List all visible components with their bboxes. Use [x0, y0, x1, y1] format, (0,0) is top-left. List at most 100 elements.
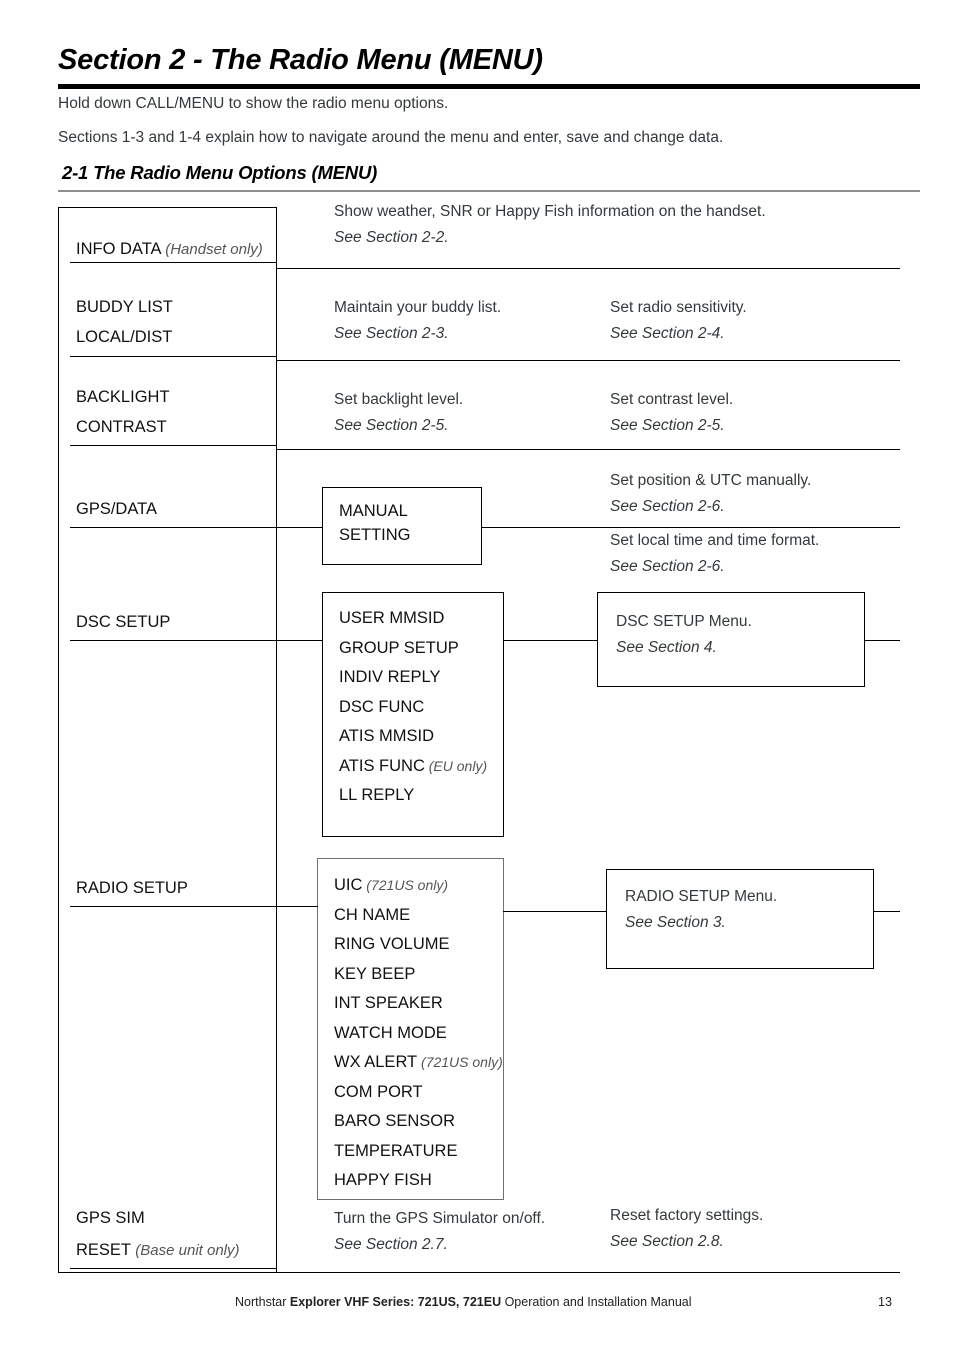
menu-label-dsc-setup: DSC SETUP — [76, 613, 171, 631]
desc-reset-see: See Section 2.8. — [610, 1233, 724, 1250]
submenu-item-label: WX ALERT — [334, 1053, 418, 1071]
label-rule-backlight-contrast — [70, 445, 277, 447]
menu-label-gps-data: GPS/DATA — [76, 500, 157, 518]
desc-buddy-list-see: See Section 2-3. — [334, 325, 449, 342]
desc-contrast-text: Set contrast level. — [610, 391, 734, 408]
desc-reset-text: Reset factory settings. — [610, 1207, 764, 1224]
connector-radio-note-out — [873, 911, 900, 913]
submenu-item-radio-ring-volume[interactable]: RING VOLUME — [334, 935, 450, 954]
desc-backlight-see: See Section 2-5. — [334, 417, 449, 434]
menu-label-radio-setup: RADIO SETUP — [76, 879, 188, 897]
connector-dsc-note-out — [864, 640, 900, 642]
submenu-item-label: HAPPY FISH — [334, 1171, 432, 1189]
submenu-item-label: ATIS MMSID — [339, 727, 435, 745]
left-column-border-left — [58, 207, 60, 1272]
submenu-item-radio-int-speaker[interactable]: INT SPEAKER — [334, 994, 443, 1013]
desc-gps-local-time: Set local time and time format. See Sect… — [610, 532, 819, 576]
submenu-item-dsc-ll-reply[interactable]: LL REPLY — [339, 786, 414, 805]
submenu-item-label: INDIV REPLY — [339, 668, 441, 686]
footer-suffix: Operation and Installation Manual — [501, 1295, 692, 1309]
submenu-item-dsc-atis-mmsid[interactable]: ATIS MMSID — [339, 727, 434, 746]
submenu-box-manual-setting[interactable]: MANUAL SETTING — [322, 487, 482, 565]
submenu-item-label: RING VOLUME — [334, 935, 450, 953]
submenu-item-label: LL REPLY — [339, 786, 415, 804]
submenu-item-label: USER MMSID — [339, 609, 445, 627]
submenu-item-label: CH NAME — [334, 905, 411, 924]
left-column-border-right — [276, 207, 278, 1272]
submenu-item-qualifier: (721US only) — [362, 877, 449, 893]
label-rule-info-data — [70, 262, 277, 264]
label-rule-buddy-local — [70, 356, 277, 358]
submenu-item-label: KEY BEEP — [334, 964, 416, 983]
submenu-item-radio-temperature[interactable]: TEMPERATURE — [334, 1142, 457, 1161]
note-radio-setup-see: See Section 3. — [625, 914, 726, 931]
desc-gps-sim: Turn the GPS Simulator on/off. See Secti… — [334, 1210, 545, 1254]
left-column-border-bottom — [58, 1272, 277, 1274]
label-rule-dsc-setup — [70, 640, 277, 642]
desc-buddy-list: Maintain your buddy list. See Section 2-… — [334, 299, 501, 343]
footer-manual-title: Northstar Explorer VHF Series: 721US, 72… — [235, 1295, 692, 1309]
submenu-item-label: ATIS FUNC — [339, 756, 425, 775]
menu-label-info-data: INFO DATA (Handset only) — [76, 240, 263, 259]
submenu-item-dsc-group-setup[interactable]: GROUP SETUP — [339, 639, 459, 658]
submenu-item-radio-watch-mode[interactable]: WATCH MODE — [334, 1024, 447, 1043]
submenu-item-label: TEMPERATURE — [334, 1141, 458, 1160]
label-rule-gps-data — [70, 527, 277, 529]
connector-radio-to-submenu — [276, 906, 318, 908]
submenu-item-radio-baro-sensor[interactable]: BARO SENSOR — [334, 1112, 455, 1131]
connector-gps-to-manual-setting — [276, 527, 323, 529]
submenu-item-label: BARO SENSOR — [334, 1112, 456, 1130]
submenu-item-qualifier: (721US only) — [417, 1054, 503, 1070]
desc-info-data-see: See Section 2-2. — [334, 229, 449, 246]
submenu-item-radio-com-port[interactable]: COM PORT — [334, 1083, 423, 1102]
menu-label-buddy-list: BUDDY LIST — [76, 298, 173, 316]
desc-info-data-text: Show weather, SNR or Happy Fish informat… — [334, 203, 766, 220]
submenu-item-dsc-indiv-reply[interactable]: INDIV REPLY — [339, 668, 440, 687]
desc-contrast-see: See Section 2-5. — [610, 417, 725, 434]
connector-manual-setting-to-desc — [481, 527, 602, 529]
submenu-item-dsc-user-mmsid[interactable]: USER MMSID — [339, 609, 444, 628]
desc-gps-local-time-text: Set local time and time format. — [610, 532, 820, 549]
submenu-box-radio-setup[interactable]: UIC (721US only) CH NAME RING VOLUME KEY BE… — [317, 858, 504, 1200]
submenu-item-manual: MANUAL — [339, 502, 408, 520]
submenu-item-radio-key-beep[interactable]: KEY BEEP — [334, 965, 415, 984]
note-box-dsc-setup: DSC SETUP Menu. See Section 4. — [597, 592, 865, 687]
submenu-item-label: DSC FUNC — [339, 697, 425, 716]
label-rule-radio-setup — [70, 906, 277, 908]
left-column-border-top — [58, 207, 277, 209]
note-radio-setup: RADIO SETUP Menu. See Section 3. — [625, 888, 777, 932]
menu-label-contrast: CONTRAST — [76, 418, 167, 436]
desc-reset: Reset factory settings. See Section 2.8. — [610, 1207, 763, 1251]
submenu-item-dsc-dsc-func[interactable]: DSC FUNC — [339, 698, 424, 717]
submenu-box-dsc-setup[interactable]: USER MMSID GROUP SETUP INDIV REPLY DSC FUNC… — [322, 592, 504, 837]
submenu-item-radio-ch-name[interactable]: CH NAME — [334, 906, 410, 925]
desc-gps-manual-position-text: Set position & UTC manually. — [610, 472, 812, 489]
desc-gps-manual-position: Set position & UTC manually. See Section… — [610, 472, 811, 516]
submenu-item-radio-uic[interactable]: UIC (721US only) — [334, 876, 448, 895]
submenu-item-radio-wx-alert[interactable]: WX ALERT (721US only) — [334, 1053, 503, 1072]
desc-gps-manual-position-see: See Section 2-6. — [610, 498, 725, 515]
desc-buddy-list-text: Maintain your buddy list. — [334, 299, 502, 316]
footer-product: Explorer VHF Series: 721US, 721EU — [289, 1295, 502, 1309]
submenu-item-qualifier: (EU only) — [424, 757, 488, 774]
desc-local-dist-see: See Section 2-4. — [610, 325, 725, 342]
note-radio-setup-text: RADIO SETUP Menu. — [625, 888, 778, 905]
desc-gps-local-time-see: See Section 2-6. — [610, 558, 725, 575]
desc-local-dist: Set radio sensitivity. See Section 2-4. — [610, 299, 747, 343]
desc-contrast: Set contrast level. See Section 2-5. — [610, 391, 733, 435]
note-box-radio-setup: RADIO SETUP Menu. See Section 3. — [606, 869, 874, 969]
connector-dsc-to-submenu — [276, 640, 323, 642]
row-divider-2 — [276, 360, 900, 362]
submenu-item-label: COM PORT — [334, 1082, 423, 1101]
submenu-item-dsc-atis-func[interactable]: ATIS FUNC (EU only) — [339, 757, 487, 776]
note-dsc-setup-text: DSC SETUP Menu. — [616, 613, 752, 630]
footer-brand: Northstar — [235, 1295, 290, 1309]
menu-label-backlight: BACKLIGHT — [76, 388, 170, 406]
radio-menu-diagram: INFO DATA (Handset only) Show weather, S… — [0, 0, 954, 1347]
connector-dsc-submenu-to-note — [503, 640, 598, 642]
desc-backlight-text: Set backlight level. — [334, 391, 464, 408]
menu-label-reset-text: RESET — [76, 1241, 136, 1259]
desc-backlight: Set backlight level. See Section 2-5. — [334, 391, 463, 435]
submenu-item-label: UIC — [334, 876, 363, 894]
submenu-item-radio-happy-fish[interactable]: HAPPY FISH — [334, 1171, 432, 1190]
